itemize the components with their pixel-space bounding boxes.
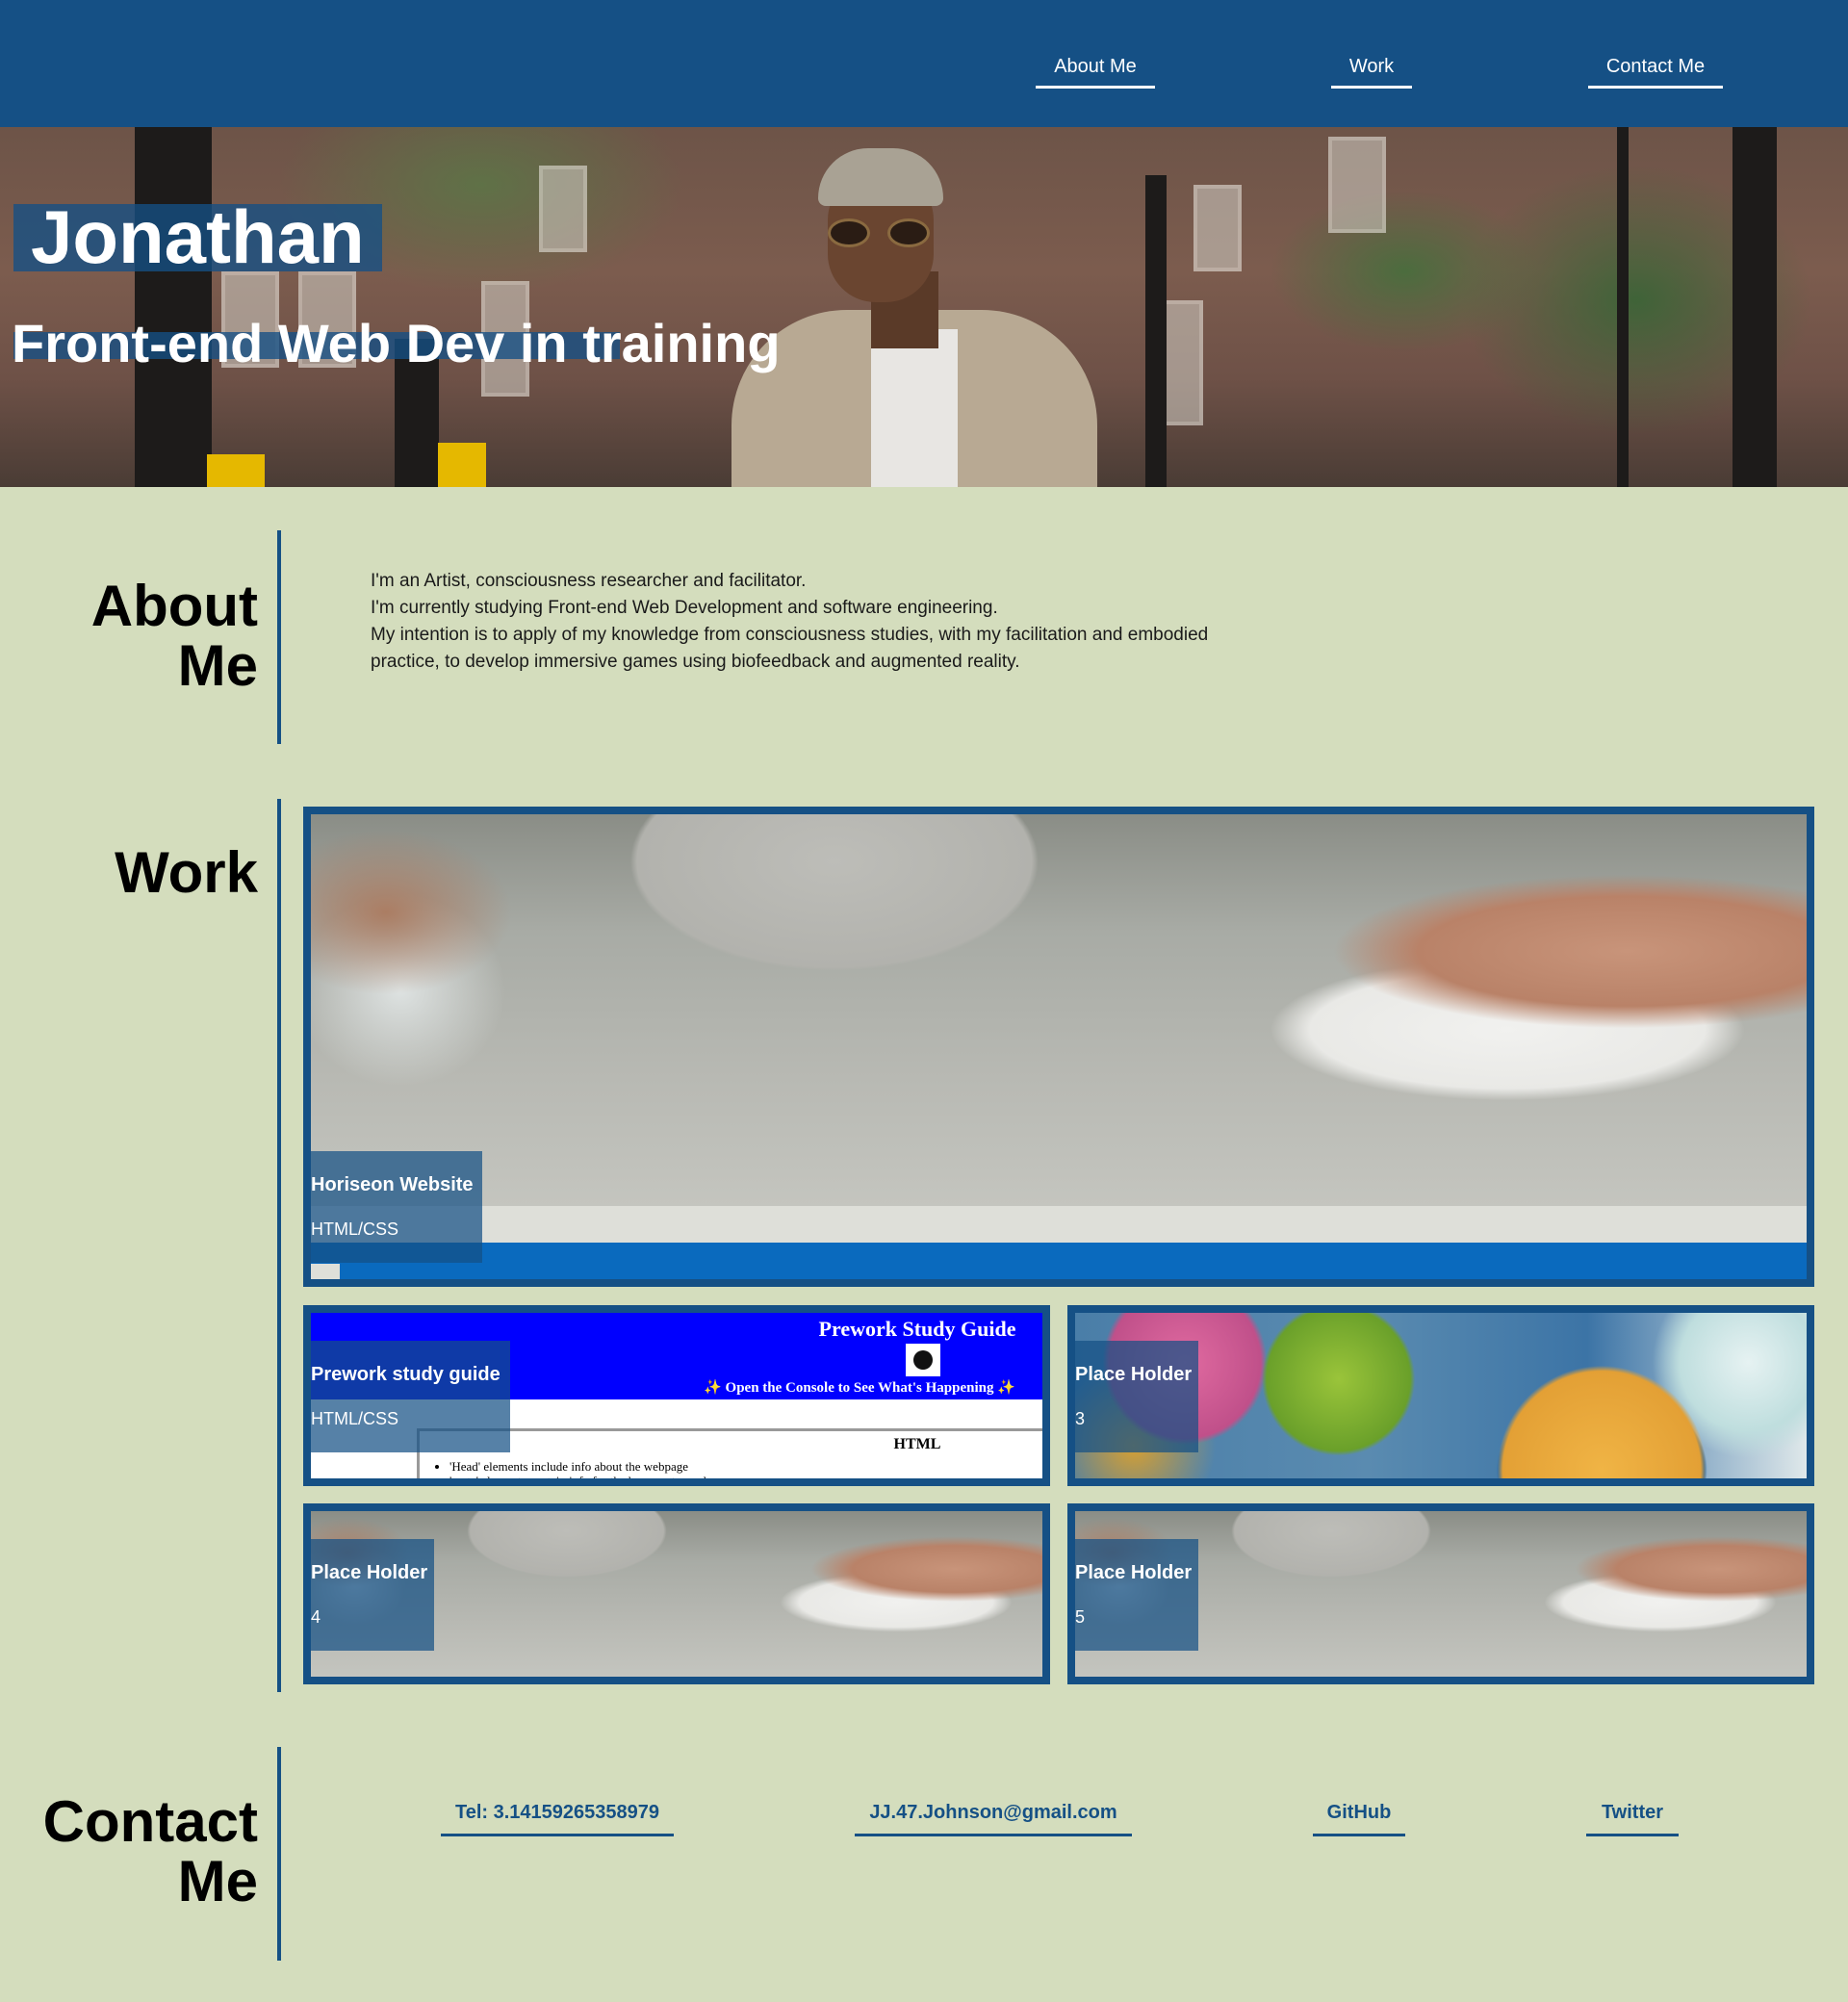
work-card-title: Place Holder bbox=[311, 1562, 428, 1583]
contact-github-link[interactable]: GitHub bbox=[1313, 1802, 1405, 1836]
about-divider bbox=[277, 530, 281, 744]
hero-name: Jonathan bbox=[13, 199, 382, 274]
prework-preview-item: 'Head' elements include info about the w… bbox=[449, 1459, 706, 1474]
work-card-label: Place Holder 5 bbox=[1075, 1539, 1198, 1651]
contact-heading-line2: Me bbox=[177, 1849, 258, 1913]
about-text: I'm an Artist, consciousness researcher … bbox=[371, 568, 1295, 676]
about-line: I'm an Artist, consciousness researcher … bbox=[371, 571, 807, 591]
prework-preview-tagline: ✨ Open the Console to See What's Happeni… bbox=[704, 1380, 1015, 1396]
work-card-placeholder-4[interactable]: Place Holder 4 bbox=[303, 1503, 1050, 1684]
work-card-prework[interactable]: Prework Study Guide ✨ Open the Console t… bbox=[303, 1305, 1050, 1486]
work-card-title: Place Holder bbox=[1075, 1364, 1193, 1385]
nav-about-me-link[interactable]: About Me bbox=[1036, 54, 1155, 89]
about-heading-line1: About bbox=[90, 574, 258, 638]
work-card-placeholder-3[interactable]: Place Holder 3 bbox=[1067, 1305, 1814, 1486]
about-line: My intention is to apply of my knowledge… bbox=[371, 625, 1209, 645]
work-card-subtitle: 5 bbox=[1075, 1607, 1086, 1627]
work-card-placeholder-5[interactable]: Place Holder 5 bbox=[1067, 1503, 1814, 1684]
contact-heading-line1: Contact bbox=[42, 1789, 258, 1854]
site-header: About Me Work Contact Me bbox=[0, 0, 1848, 127]
about-line: I'm currently studying Front-end Web Dev… bbox=[371, 598, 998, 618]
work-card-subtitle: HTML/CSS bbox=[311, 1409, 399, 1428]
about-heading-line2: Me bbox=[177, 633, 258, 698]
prework-preview-list: 'Head' elements include info about the w… bbox=[436, 1459, 706, 1478]
work-card-subtitle: 4 bbox=[311, 1607, 321, 1627]
work-divider bbox=[277, 799, 281, 1692]
about-line: practice, to develop immersive games usi… bbox=[371, 652, 1020, 672]
work-card-subtitle: 3 bbox=[1075, 1409, 1086, 1428]
work-heading: Work bbox=[115, 843, 258, 903]
about-heading: About Me bbox=[91, 577, 258, 696]
contact-phone-link[interactable]: Tel: 3.14159265358979 bbox=[441, 1802, 674, 1836]
nav-contact-me-link[interactable]: Contact Me bbox=[1588, 54, 1723, 89]
work-card-title: Place Holder bbox=[1075, 1562, 1193, 1583]
work-card-title: Prework study guide bbox=[311, 1364, 500, 1385]
work-card-label: Prework study guide HTML/CSS bbox=[311, 1341, 510, 1452]
horiseon-screenshot bbox=[311, 814, 1807, 1206]
contact-twitter-link[interactable]: Twitter bbox=[1586, 1802, 1679, 1836]
hero-banner: Jonathan Front-end Web Dev in training bbox=[0, 127, 1848, 487]
octocat-icon bbox=[906, 1344, 940, 1376]
work-card-subtitle: HTML/CSS bbox=[311, 1219, 399, 1239]
nav-work-link[interactable]: Work bbox=[1331, 54, 1412, 89]
work-card-label: Place Holder 3 bbox=[1075, 1341, 1198, 1452]
work-card-horiseon[interactable]: Horiseon Website HTML/CSS bbox=[303, 807, 1814, 1287]
work-card-title: Horiseon Website bbox=[311, 1174, 474, 1195]
contact-email-link[interactable]: JJ.47.Johnson@gmail.com bbox=[855, 1802, 1132, 1836]
prework-preview-title: Prework Study Guide bbox=[818, 1317, 1016, 1341]
hero-subtitle: Front-end Web Dev in training bbox=[12, 313, 781, 373]
work-card-label: Place Holder 4 bbox=[311, 1539, 434, 1651]
prework-preview-item: 'meta' elements contain info for the bro… bbox=[449, 1474, 706, 1478]
contact-heading: Contact Me bbox=[43, 1792, 258, 1912]
work-card-label: Horiseon Website HTML/CSS bbox=[311, 1151, 482, 1263]
work-heading-text: Work bbox=[115, 840, 258, 905]
contact-divider bbox=[277, 1747, 281, 1961]
prework-preview-section: HTML bbox=[893, 1436, 941, 1452]
